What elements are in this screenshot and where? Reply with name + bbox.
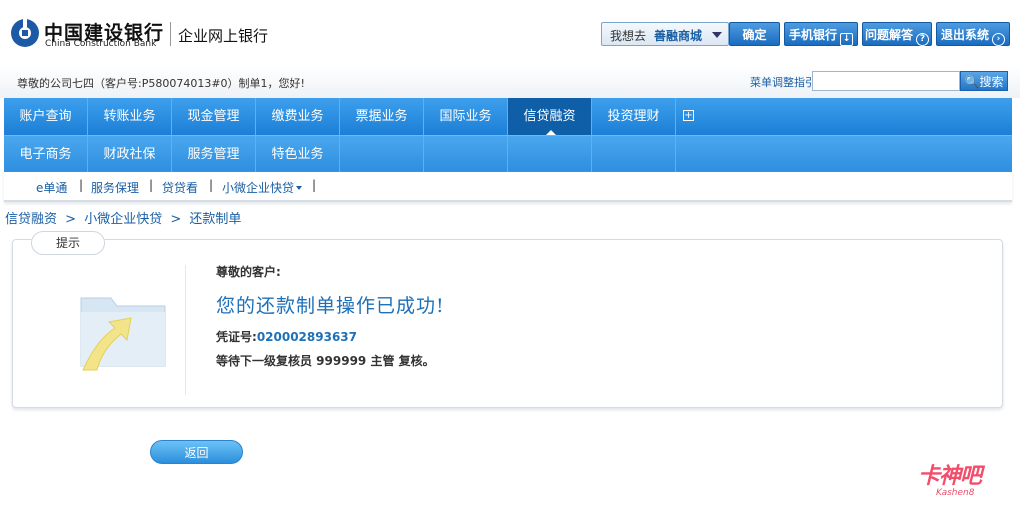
nav-item-credit[interactable]: 信贷融资 — [508, 98, 592, 135]
breadcrumb-sep: > — [65, 212, 77, 227]
expand-icon: + — [683, 110, 694, 121]
result-panel: 提示 — [12, 231, 1003, 408]
nav-item-finance-social[interactable]: 财政社保 — [88, 136, 172, 173]
nav-item-ecommerce[interactable]: 电子商务 — [4, 136, 88, 173]
mobile-bank-button[interactable]: 手机银行 ↓ — [784, 22, 858, 46]
nav-expand[interactable]: + — [676, 98, 700, 135]
nav-item-transfer[interactable]: 转账业务 — [88, 98, 172, 135]
chevron-down-icon — [712, 32, 722, 38]
ccb-logo-icon — [11, 18, 39, 47]
success-message: 您的还款制单操作已成功! — [216, 295, 445, 317]
subnav-quick-loan-label: 小微企业快贷 — [222, 181, 295, 195]
nav-item-account[interactable]: 账户查询 — [4, 98, 88, 135]
header: 中国建设银行 China Construction Bank 企业网上银行 我想… — [0, 0, 1020, 66]
nav-item-bills[interactable]: 票据业务 — [340, 98, 424, 135]
menu-guide-link[interactable]: 菜单调整指引 — [750, 74, 816, 90]
nav-item-international[interactable]: 国际业务 — [424, 98, 508, 135]
goto-value: 善融商城 — [654, 29, 703, 43]
exit-button[interactable]: 退出系统 › — [936, 22, 1010, 46]
folder-success-icon — [80, 297, 166, 371]
mobile-bank-label: 手机银行 — [788, 28, 837, 42]
nav-item-payment[interactable]: 缴费业务 — [256, 98, 340, 135]
confirm-button[interactable]: 确定 — [729, 22, 780, 46]
caret-down-icon — [296, 186, 303, 190]
main-nav: 账户查询 转账业务 现金管理 缴费业务 票据业务 国际业务 信贷融资 投资理财 … — [4, 98, 1012, 173]
nav-item-special[interactable]: 特色业务 — [256, 136, 340, 173]
subnav-item-edantong[interactable]: e单通 — [36, 179, 67, 196]
watermark-logo: 卡神吧 Kashen8 — [918, 458, 1014, 510]
back-button[interactable]: 返回 — [150, 440, 243, 464]
user-bar: 尊敬的公司七四（客户号:P580074013#0）制单1，您好! 菜单调整指引 … — [0, 66, 1020, 98]
wait-review-message: 等待下一级复核员 999999 主管 复核。 — [216, 354, 435, 368]
goto-select[interactable]: 我想去 善融商城 — [601, 22, 729, 46]
greeting-text: 尊敬的公司七四（客户号:P580074013#0）制单1，您好! — [17, 77, 305, 90]
voucher-line: 凭证号:020002893637 — [216, 328, 357, 345]
site-subtitle: 企业网上银行 — [178, 27, 269, 45]
panel-tab-tip: 提示 — [31, 231, 105, 255]
nav-item-cash[interactable]: 现金管理 — [172, 98, 256, 135]
breadcrumb-quick-loan[interactable]: 小微企业快贷 — [84, 212, 162, 227]
question-icon: ? — [916, 33, 929, 46]
voucher-number: 020002893637 — [256, 330, 358, 344]
download-icon: ↓ — [840, 33, 853, 46]
sub-nav: e单通 | 服务保理 | 贷贷看 | 小微企业快贷 | — [4, 172, 1012, 202]
subnav-item-quick-loan[interactable]: 小微企业快贷 — [222, 179, 303, 196]
breadcrumb-current: 还款制单 — [189, 212, 242, 227]
voucher-label: 凭证号: — [216, 330, 257, 344]
subnav-item-daidaikan[interactable]: 贷贷看 — [162, 179, 198, 196]
breadcrumb: 信贷融资 > 小微企业快贷 > 还款制单 — [5, 208, 245, 227]
search-button[interactable]: 🔍搜索 — [960, 71, 1008, 91]
panel-divider — [185, 265, 186, 395]
search-icon: 🔍 — [964, 75, 980, 89]
breadcrumb-credit[interactable]: 信贷融资 — [5, 212, 57, 227]
watermark-sub: Kashen8 — [936, 488, 975, 498]
subnav-item-factoring[interactable]: 服务保理 — [91, 179, 139, 196]
arrow-right-icon: › — [992, 33, 1005, 46]
help-button[interactable]: 问题解答? — [862, 22, 932, 46]
logo-divider — [170, 22, 171, 46]
help-label: 问题解答 — [864, 28, 913, 42]
nav-row-2: 电子商务 财政社保 服务管理 特色业务 — [4, 135, 1012, 173]
bank-name-en: China Construction Bank — [45, 39, 157, 49]
search-label: 搜索 — [979, 75, 1004, 89]
nav-row-1: 账户查询 转账业务 现金管理 缴费业务 票据业务 国际业务 信贷融资 投资理财 … — [4, 98, 1012, 135]
dear-customer: 尊敬的客户: — [216, 265, 281, 279]
nav-item-service-mgmt[interactable]: 服务管理 — [172, 136, 256, 173]
nav-item-investment[interactable]: 投资理财 — [592, 98, 676, 135]
watermark-main: 卡神吧 — [918, 464, 982, 489]
breadcrumb-sep: > — [170, 212, 182, 227]
search-input[interactable] — [812, 71, 960, 91]
exit-label: 退出系统 — [940, 28, 989, 42]
goto-label: 我想去 — [610, 29, 647, 43]
